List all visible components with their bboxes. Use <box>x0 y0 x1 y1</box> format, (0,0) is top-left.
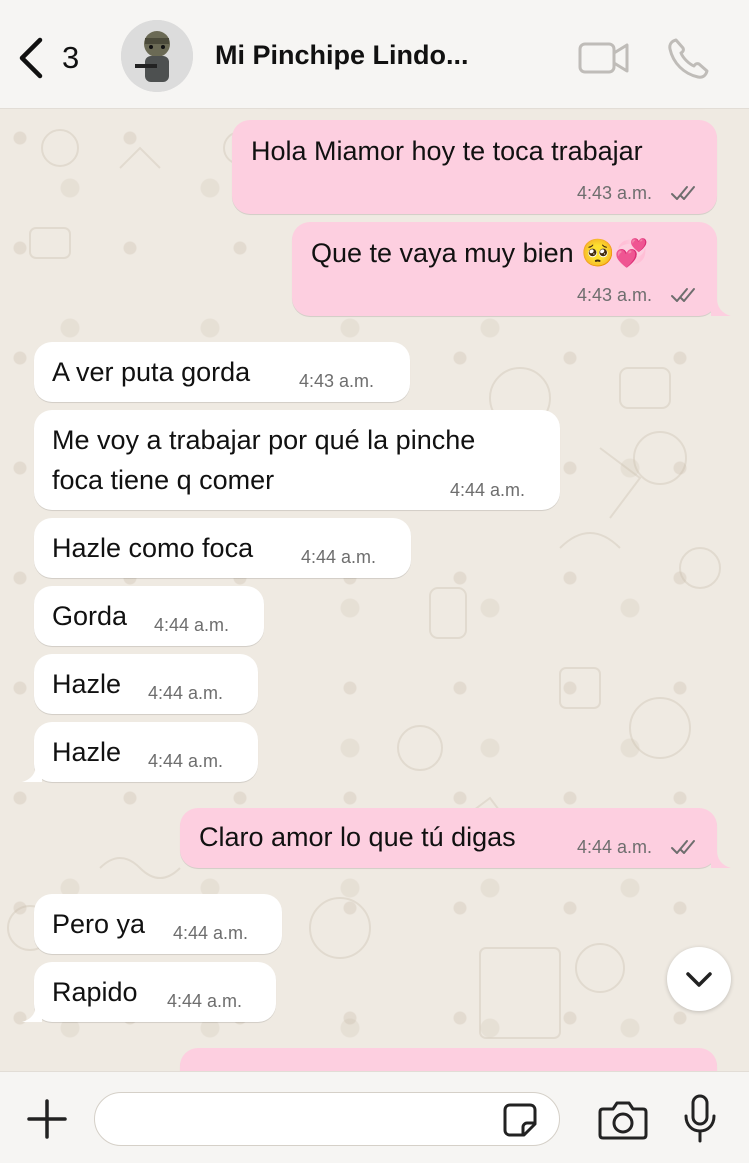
message-time: 4:43 a.m. <box>577 183 653 203</box>
message-time: 4:44 a.m. <box>577 837 653 857</box>
message-time: 4:44 a.m. <box>154 615 230 635</box>
double-check-icon <box>671 186 695 200</box>
message-bubble-incoming[interactable]: Hazle como foca 4:44 a.m. <box>34 518 411 578</box>
unread-count[interactable]: 3 <box>62 40 79 76</box>
message-bubble-outgoing[interactable]: Que te vaya muy bien 🥺💞 4:43 a.m. <box>292 222 717 316</box>
message-time: 4:44 a.m. <box>450 480 526 500</box>
message-text: Hazle <box>52 669 122 699</box>
message-bubble-incoming[interactable]: Gorda 4:44 a.m. <box>34 586 264 646</box>
message-text: Hola Miamor hoy te toca trabajar <box>251 136 643 166</box>
message-bubble-incoming[interactable]: Me voy a trabajar por qué la pinche foca… <box>34 410 560 510</box>
message-bubble-incoming[interactable]: Pero ya 4:44 a.m. <box>34 894 282 954</box>
message-time: 4:44 a.m. <box>148 751 224 771</box>
message-text: Rapido <box>52 977 138 1007</box>
message-input[interactable] <box>94 1092 560 1146</box>
microphone-icon[interactable] <box>682 1094 718 1144</box>
message-text: Claro amor lo que tú digas <box>199 822 516 852</box>
message-text: Que te vaya muy bien 🥺💞 <box>311 238 649 268</box>
video-call-icon[interactable] <box>578 40 630 76</box>
message-time: 4:43 a.m. <box>577 285 653 305</box>
message-time: 4:44 a.m. <box>167 991 243 1011</box>
message-text: Gorda <box>52 601 128 631</box>
message-text-line: foca tiene q comer <box>52 465 275 495</box>
scroll-to-bottom-button[interactable] <box>667 947 731 1011</box>
message-text: A ver puta gorda <box>52 357 251 387</box>
message-time: 4:43 a.m. <box>299 371 375 391</box>
bubble-tail <box>711 298 731 316</box>
composer-bar <box>0 1071 749 1163</box>
message-text: Pero ya <box>52 909 146 939</box>
bubble-tail <box>711 850 731 868</box>
double-check-icon <box>671 840 695 854</box>
message-text: Hazle <box>52 737 122 767</box>
sticker-icon[interactable] <box>502 1102 538 1138</box>
bubble-tail <box>22 764 42 782</box>
avatar-image <box>121 20 193 92</box>
contact-name[interactable]: Mi Pinchipe Lindo... <box>215 40 469 71</box>
message-bubble-incoming[interactable]: Hazle 4:44 a.m. <box>34 654 258 714</box>
message-bubble-clipped[interactable] <box>180 1048 717 1071</box>
bubble-tail <box>22 1004 42 1022</box>
message-time: 4:44 a.m. <box>301 547 377 567</box>
plus-icon[interactable] <box>26 1098 68 1140</box>
message-bubble-incoming[interactable]: Hazle 4:44 a.m. <box>34 722 258 782</box>
message-text-line: Me voy a trabajar por qué la pinche <box>52 425 476 455</box>
double-check-icon <box>671 288 695 302</box>
chevron-down-icon <box>686 972 712 987</box>
message-text: Hazle como foca <box>52 533 254 563</box>
message-bubble-incoming[interactable]: A ver puta gorda 4:43 a.m. <box>34 342 410 402</box>
phone-icon[interactable] <box>664 35 712 83</box>
message-time: 4:44 a.m. <box>148 683 224 703</box>
back-chevron-icon[interactable] <box>14 36 48 80</box>
message-bubble-incoming[interactable]: Rapido 4:44 a.m. <box>34 962 276 1022</box>
message-bubble-outgoing[interactable]: Claro amor lo que tú digas 4:44 a.m. <box>180 808 717 868</box>
message-time: 4:44 a.m. <box>173 923 249 943</box>
chat-header: 3 Mi Pinchipe Lindo... <box>0 0 749 109</box>
message-list[interactable]: Hola Miamor hoy te toca trabajar 4:43 a.… <box>0 108 749 1071</box>
avatar[interactable] <box>121 20 193 92</box>
message-bubble-outgoing[interactable]: Hola Miamor hoy te toca trabajar 4:43 a.… <box>232 120 717 214</box>
camera-icon[interactable] <box>598 1100 648 1140</box>
